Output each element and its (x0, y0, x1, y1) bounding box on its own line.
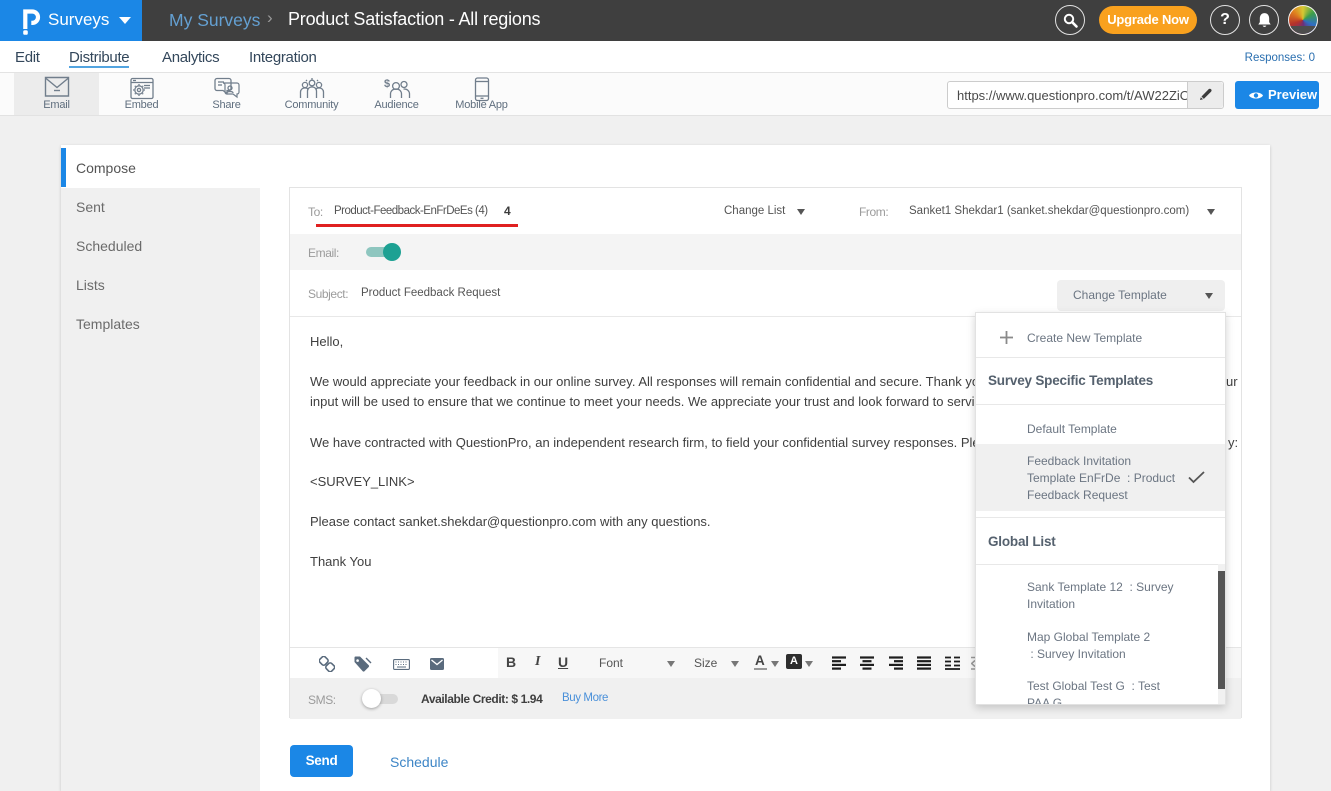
svg-text:$: $ (384, 78, 390, 90)
